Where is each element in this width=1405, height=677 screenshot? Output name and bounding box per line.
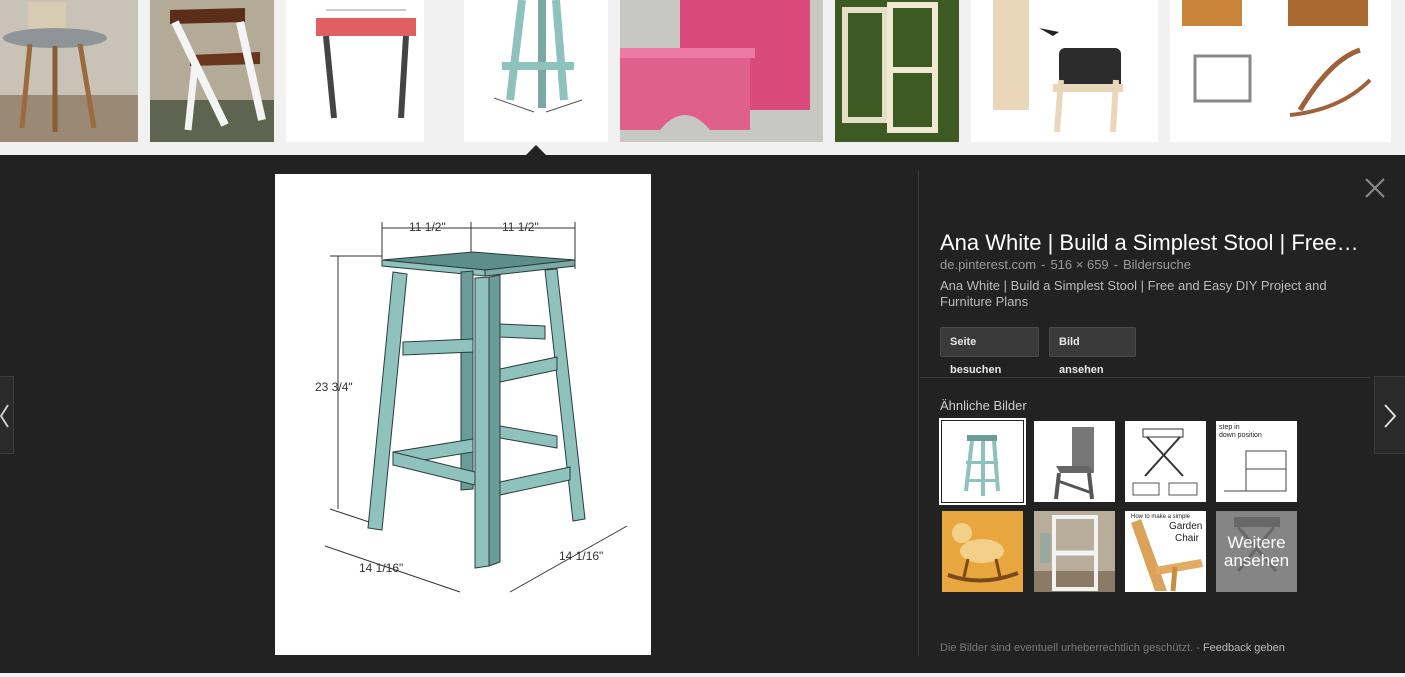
result-thumbnail-pink-step[interactable]	[620, 0, 823, 142]
result-thumbnail-modern-chairs[interactable]	[1170, 0, 1391, 142]
horizontal-divider	[920, 377, 1370, 378]
result-thumbnail-stool-plan-red[interactable]	[286, 0, 424, 142]
chevron-left-icon	[0, 404, 9, 428]
similar-image-stool[interactable]	[939, 418, 1026, 505]
similar-image-rocking-horse[interactable]	[942, 511, 1023, 592]
dim-top-left: 11 1/2"	[409, 220, 446, 234]
more-overlay: Weitere ansehen	[1216, 511, 1297, 592]
copyright-notice: Die Bilder sind eventuell urheberrechtli…	[940, 642, 1194, 654]
more-label-line1: Weitere	[1227, 532, 1286, 552]
vertical-divider	[918, 171, 919, 656]
result-thumbnail-armchair[interactable]	[971, 0, 1158, 142]
close-button[interactable]	[1362, 175, 1388, 201]
image-preview-panel: 11 1/2" 11 1/2" 23 3/4" 14 1/16" 14 1/16…	[0, 155, 1405, 673]
bottom-edge	[0, 673, 1405, 677]
dim-height: 23 3/4"	[315, 380, 353, 394]
similar-image-folding-stool[interactable]	[1125, 421, 1206, 502]
previous-image-button[interactable]	[0, 376, 14, 454]
stool-diagram: 11 1/2" 11 1/2" 23 3/4" 14 1/16" 14 1/16…	[275, 174, 651, 655]
garden-caption-1: Garden	[1169, 521, 1202, 532]
garden-caption-small: How to make a simple	[1131, 514, 1191, 520]
garden-caption-2: Chair	[1175, 533, 1200, 544]
preview-title[interactable]: Ana White | Build a Simplest Stool | Fre…	[940, 230, 1360, 256]
chevron-right-icon	[1384, 404, 1397, 428]
copyright-footer: Die Bilder sind eventuell urheberrechtli…	[940, 642, 1285, 654]
more-label-line2: ansehen	[1223, 550, 1290, 570]
similar-image-kitchen-chair[interactable]	[1034, 511, 1115, 592]
similar-image-step-stool-plan[interactable]: step in down position	[1216, 421, 1297, 502]
feedback-link[interactable]: Feedback geben	[1203, 642, 1285, 654]
result-thumbnail-rustic-chairs[interactable]	[835, 0, 959, 142]
image-search-link[interactable]: Bildersuche	[1123, 257, 1191, 272]
dim-top-right: 11 1/2"	[502, 220, 539, 234]
preview-description: Ana White | Build a Simplest Stool | Fre…	[940, 278, 1327, 309]
similar-image-ladder-chair[interactable]	[1034, 421, 1115, 502]
preview-meta: de.pinterest.com -516 × 659- Bildersuche	[940, 257, 1191, 272]
image-dimensions: 516 × 659	[1050, 257, 1109, 272]
similar-images-heading: Ähnliche Bilder	[940, 398, 1027, 413]
thumbnail-strip	[0, 0, 1405, 156]
preview-image[interactable]: 11 1/2" 11 1/2" 23 3/4" 14 1/16" 14 1/16…	[275, 174, 651, 655]
step-caption-1: step in	[1219, 424, 1240, 431]
result-thumbnail-stool-plan-blue[interactable]	[464, 0, 608, 142]
view-image-button[interactable]: Bild ansehen	[1049, 327, 1136, 376]
dim-bottom-right: 14 1/16"	[559, 549, 603, 563]
close-icon	[1365, 178, 1385, 198]
dim-bottom-left: 14 1/16"	[359, 561, 403, 575]
similar-image-garden-chair[interactable]: How to make a simple Garden Chair	[1125, 511, 1206, 592]
result-thumbnail-step-stool[interactable]	[150, 0, 274, 142]
more-similar-images-button[interactable]: Weitere ansehen	[1216, 511, 1297, 592]
next-image-button[interactable]	[1374, 376, 1405, 454]
result-thumbnail-side-table[interactable]	[0, 0, 138, 142]
source-domain[interactable]: de.pinterest.com	[940, 257, 1036, 272]
footer-separator: -	[1196, 642, 1200, 654]
step-caption-2: down position	[1219, 432, 1262, 439]
visit-page-button[interactable]: Seite besuchen	[940, 327, 1039, 376]
